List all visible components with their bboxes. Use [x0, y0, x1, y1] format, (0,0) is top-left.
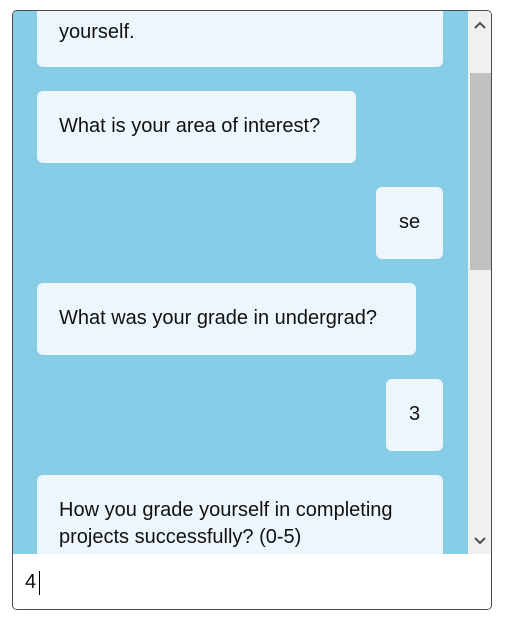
- chat-window: yourself. What is your area of interest?…: [12, 10, 492, 610]
- message-text: se: [398, 211, 421, 233]
- chevron-down-icon: [474, 537, 486, 545]
- text-caret: [39, 571, 40, 595]
- message-text: 3: [408, 403, 421, 425]
- scroll-down-button[interactable]: [468, 529, 491, 553]
- message-text-line: How you grade yourself in completing: [59, 499, 393, 521]
- chat-scrollbar[interactable]: [468, 11, 491, 554]
- scroll-up-button[interactable]: [468, 13, 491, 37]
- message-input[interactable]: [25, 567, 465, 597]
- scroll-thumb[interactable]: [470, 73, 491, 270]
- bot-message: What was your grade in undergrad?: [37, 283, 416, 355]
- message-text: What is your area of interest?: [59, 115, 321, 137]
- message-text-line: projects successfully? (0-5): [59, 526, 302, 548]
- user-message: se: [376, 187, 443, 259]
- user-message: 3: [386, 379, 443, 451]
- chat-message-list[interactable]: yourself. What is your area of interest?…: [13, 11, 468, 554]
- message-text: What was your grade in undergrad?: [59, 307, 377, 329]
- bot-message: yourself.: [37, 11, 443, 67]
- chevron-up-icon: [474, 21, 486, 29]
- bot-message: How you grade yourself in completing pro…: [37, 475, 443, 554]
- bot-message: What is your area of interest?: [37, 91, 356, 163]
- message-text: yourself.: [59, 21, 135, 43]
- message-input-bar: [13, 554, 491, 609]
